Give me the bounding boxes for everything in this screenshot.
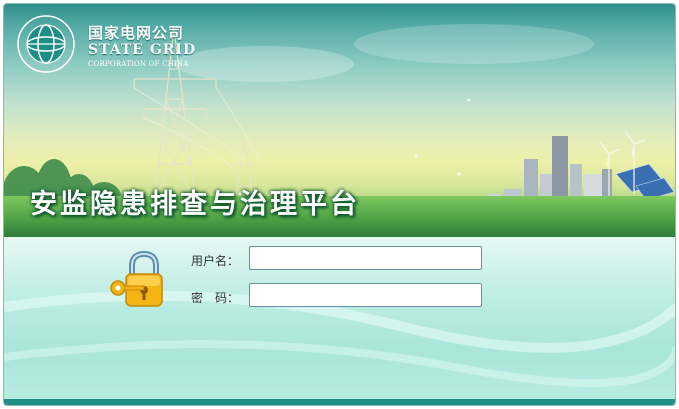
username-label: 用户名： <box>191 254 240 268</box>
logo-name-en: STATE GRID <box>88 42 197 58</box>
page-title: 安监隐患排查与治理平台 <box>30 189 360 220</box>
username-input[interactable] <box>249 246 482 270</box>
logo-name-cn: 国家电网公司 <box>88 24 185 42</box>
login-window: 国家电网公司 STATE GRID CORPORATION OF CHINA 安… <box>3 3 676 406</box>
state-grid-logo <box>17 15 75 73</box>
password-input[interactable] <box>249 283 482 307</box>
logo-name-sub: CORPORATION OF CHINA <box>88 60 189 68</box>
password-label: 密 码： <box>191 291 240 305</box>
header-banner: 国家电网公司 STATE GRID CORPORATION OF CHINA 安… <box>4 4 675 237</box>
footer-strip <box>4 399 675 405</box>
lock-key-icon <box>110 250 163 307</box>
